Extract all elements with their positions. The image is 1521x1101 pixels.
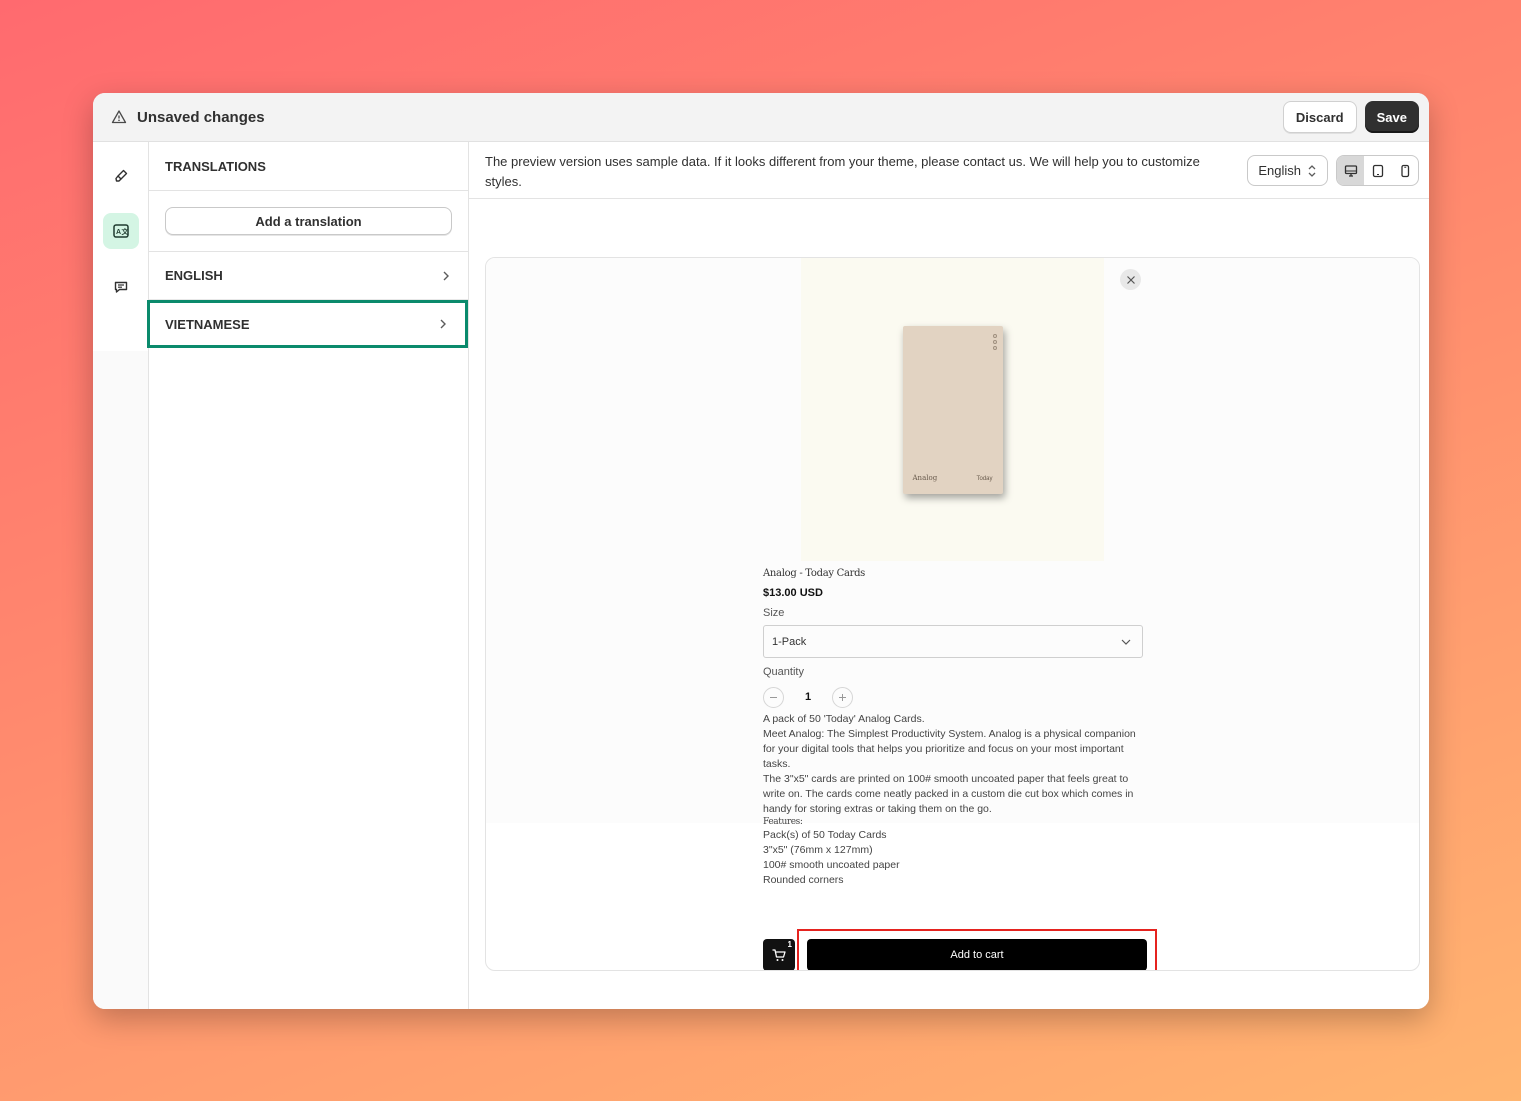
cart-bar: 1 Add to cart [763,929,1158,970]
top-bar: Unsaved changes Discard Save [93,93,1429,142]
desktop-view-button[interactable] [1337,156,1364,185]
description-line: A pack of 50 'Today' Analog Cards. [763,713,925,725]
add-translation-row: Add a translation [149,191,468,252]
desktop-icon [1344,164,1357,177]
minus-icon [770,696,777,698]
mobile-view-button[interactable] [1391,156,1418,185]
product-image: Analog Today [801,258,1104,561]
preview-language-select[interactable]: English [1247,155,1328,186]
language-item-vietnamese[interactable]: VIETNAMESE [147,300,468,348]
product-info: Analog - Today Cards $13.00 USD Size 1-P… [763,568,1143,888]
select-arrows-icon [1308,164,1316,177]
warning-icon [111,110,127,124]
feature-item: 100# smooth uncoated paper [763,859,900,871]
description-line: The 3"x5" cards are printed on 100# smoo… [763,773,1134,815]
editor-window: Unsaved changes Discard Save A 文 TRANSLA… [93,93,1429,1009]
box-brand-text: Analog [912,473,938,482]
add-to-cart-highlight: Add to cart [797,929,1157,970]
size-select[interactable]: 1-Pack [763,625,1143,658]
rail-item-style[interactable] [103,158,139,194]
paintbrush-icon [115,169,128,182]
add-translation-button[interactable]: Add a translation [165,207,452,235]
product-description: A pack of 50 'Today' Analog Cards. Meet … [763,712,1143,888]
size-value: 1-Pack [772,635,807,648]
selected-language: English [1258,163,1301,178]
tablet-view-button[interactable] [1364,156,1391,185]
language-label: VIETNAMESE [165,316,250,332]
card-box-image: Analog Today [902,325,1003,494]
chevron-right-icon [443,271,449,280]
box-dots [992,333,997,352]
feature-item: Rounded corners [763,874,844,886]
product-title: Analog - Today Cards [763,568,866,579]
close-icon [1126,275,1135,284]
tablet-icon [1372,164,1383,177]
mobile-icon [1400,164,1409,177]
cart-count-badge: 1 [787,940,792,949]
background-overlay [93,351,148,1009]
rail-item-feedback[interactable] [103,269,139,305]
cart-icon [772,949,786,961]
side-rail: A 文 [93,142,149,1009]
quantity-increase-button[interactable] [832,686,853,708]
features-label: Features: [763,817,803,827]
preview-area: The preview version uses sample data. If… [469,142,1429,1009]
quantity-stepper: 1 [763,686,1143,708]
add-to-cart-button[interactable]: Add to cart [807,939,1147,970]
language-label: ENGLISH [165,268,223,283]
save-button[interactable]: Save [1364,101,1419,133]
translate-icon: A 文 [113,224,130,238]
feature-item: 3"x5" (76mm x 127mm) [763,844,873,856]
chat-icon [114,281,128,293]
size-label: Size [763,607,785,619]
device-toggle [1336,155,1419,186]
close-preview-button[interactable] [1120,269,1141,290]
translations-panel: TRANSLATIONS Add a translation ENGLISH V… [147,142,469,1009]
svg-text:A: A [116,229,121,236]
language-item-english[interactable]: ENGLISH [149,252,468,300]
preview-notice-bar: The preview version uses sample data. If… [469,142,1429,199]
quantity-decrease-button[interactable] [763,686,784,708]
preview-notice-text: The preview version uses sample data. If… [485,154,1200,189]
plus-icon [839,693,846,701]
chevron-down-icon [1121,639,1131,645]
product-preview: Analog Today Analog - Today Cards $13.00… [485,257,1420,971]
product-price: $13.00 USD [763,587,823,599]
unsaved-changes-title: Unsaved changes [137,108,265,126]
discard-button[interactable]: Discard [1282,101,1357,133]
cart-button[interactable]: 1 [763,939,795,970]
translations-heading: TRANSLATIONS [149,142,468,191]
quantity-label: Quantity [763,666,804,678]
quantity-value[interactable]: 1 [784,691,832,703]
svg-text:文: 文 [122,227,130,236]
chevron-right-icon [440,319,446,329]
description-line: Meet Analog: The Simplest Productivity S… [763,728,1136,770]
feature-item: Pack(s) of 50 Today Cards [763,829,887,841]
box-sub-text: Today [976,475,993,482]
rail-item-translations[interactable]: A 文 [103,213,139,249]
